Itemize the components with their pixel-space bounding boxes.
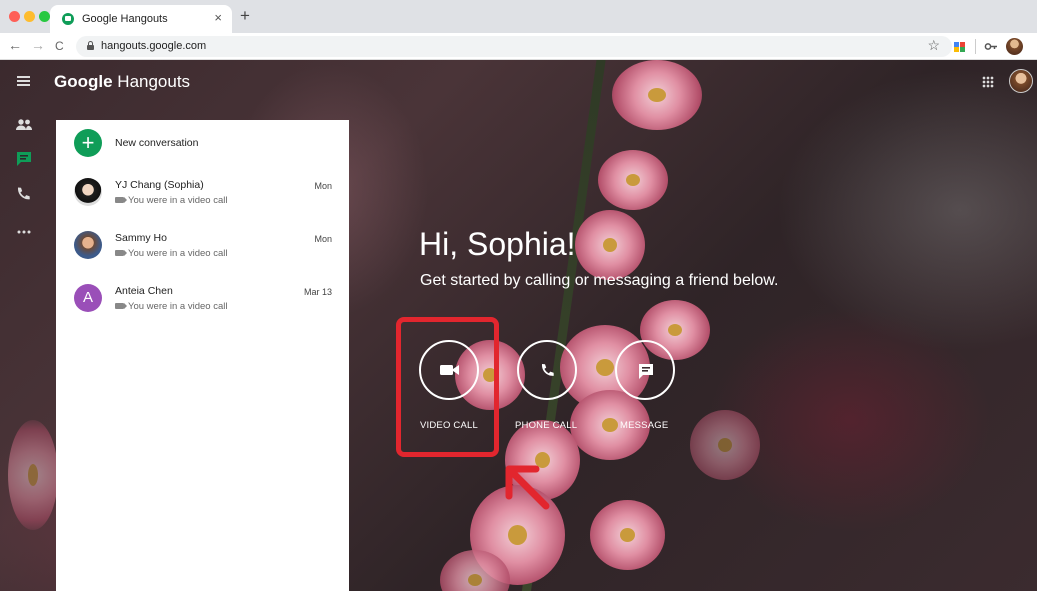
key-icon[interactable] [984,40,998,53]
add-icon[interactable]: + [74,129,102,157]
message-button[interactable] [615,340,675,400]
background-blossom [612,60,702,130]
background-blossom [590,500,665,570]
conversation-item[interactable]: A Anteia Chen Mar 13 You were in a video… [56,284,349,334]
background-blossom [575,210,645,280]
new-tab-button[interactable]: + [240,6,250,26]
conversation-subtitle: You were in a video call [115,195,227,206]
chat-icon[interactable] [15,151,33,167]
message-label[interactable]: MESSAGE [620,420,668,431]
avatar-letter: A [74,284,102,312]
tab-title: Google Hangouts [82,13,168,25]
bookmark-star-icon[interactable]: ☆ [927,37,940,54]
conversation-name: Anteia Chen [115,285,173,297]
conversation-date: Mar 13 [303,287,332,297]
conversation-subtitle: You were in a video call [115,248,227,259]
annotation-arrow-icon [505,465,550,510]
phone-call-label[interactable]: PHONE CALL [515,420,577,431]
background-blossom [598,150,668,210]
browser-tab[interactable]: Google Hangouts × [50,5,232,33]
main-menu-icon[interactable] [17,76,30,86]
lock-icon [87,41,94,50]
conversation-date: Mon [314,234,332,244]
new-conversation-label[interactable]: New conversation [115,137,198,149]
phone-icon [541,364,554,376]
avatar [74,231,102,259]
hangouts-favicon-icon [62,13,74,25]
phone-icon[interactable] [15,186,33,202]
app-title: Google Hangouts [54,72,191,91]
back-arrow-icon[interactable]: ← [8,37,22,53]
conversation-name: Sammy Ho [115,232,167,244]
conversation-name: YJ Chang (Sophia) [115,179,204,191]
reload-icon[interactable]: C [55,39,64,53]
hangouts-app: Google Hangouts + New conversation YJ Ch… [0,60,1037,591]
conversation-list-panel: + New conversation YJ Chang (Sophia) Mon… [56,120,349,591]
background-blossom [8,420,58,530]
video-camera-icon [115,303,127,309]
conversation-date: Mon [314,181,332,191]
browser-tab-bar: Google Hangouts × + [0,0,1037,33]
phone-call-button[interactable] [517,340,577,400]
conversation-item[interactable]: YJ Chang (Sophia) Mon You were in a vide… [56,178,349,228]
browser-toolbar: ← → C hangouts.google.com ☆ [0,33,1037,60]
greeting-heading: Hi, Sophia! [419,226,576,262]
video-camera-icon [115,197,127,203]
greeting-subtitle: Get started by calling or messaging a fr… [420,272,779,289]
window-close-button[interactable] [9,11,20,22]
apps-grid-icon[interactable] [982,76,994,88]
tab-close-icon[interactable]: × [214,10,222,25]
more-options-icon[interactable] [15,224,33,240]
extension-icon[interactable] [953,40,967,53]
conversation-subtitle: You were in a video call [115,301,227,312]
forward-arrow-icon[interactable]: → [31,37,45,53]
contacts-icon[interactable] [15,117,33,133]
window-maximize-button[interactable] [39,11,50,22]
browser-profile-avatar[interactable] [1006,38,1023,55]
conversation-item[interactable]: Sammy Ho Mon You were in a video call [56,231,349,281]
address-bar[interactable]: hangouts.google.com ☆ [76,36,952,57]
background-blossom [690,410,760,480]
url-text: hangouts.google.com [101,40,207,52]
video-call-highlight-box [396,317,499,457]
video-camera-icon [115,250,127,256]
avatar [74,178,102,206]
window-minimize-button[interactable] [24,11,35,22]
toolbar-divider [975,39,976,54]
account-avatar[interactable] [1009,69,1033,93]
message-icon [639,364,653,379]
